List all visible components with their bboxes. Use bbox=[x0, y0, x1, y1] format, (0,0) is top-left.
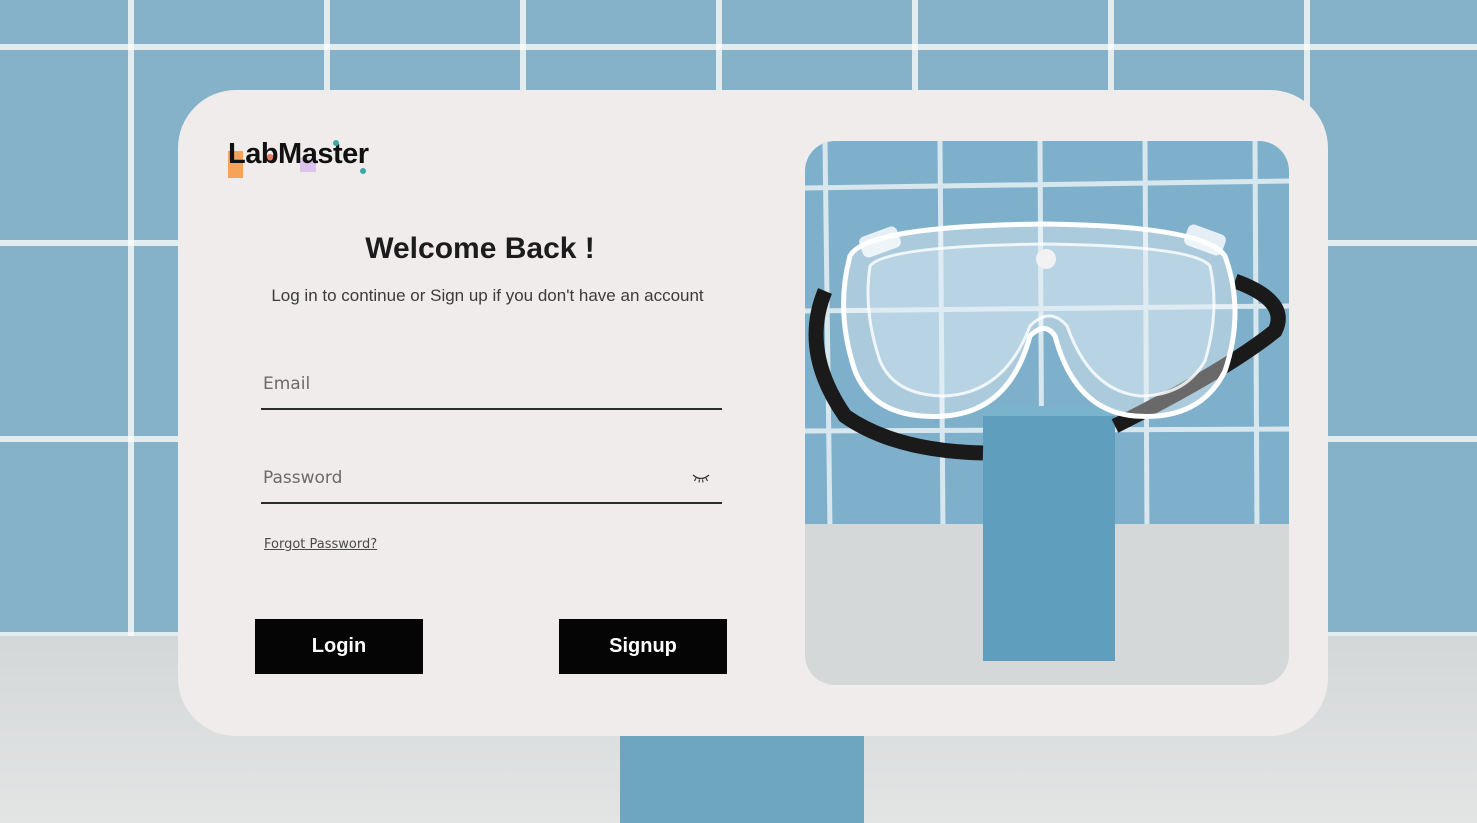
password-field-container bbox=[261, 458, 722, 504]
logo: LabMaster bbox=[227, 138, 377, 182]
page-subtitle: Log in to continue or Sign up if you don… bbox=[271, 286, 704, 305]
login-button[interactable]: Login bbox=[255, 619, 423, 674]
password-field[interactable] bbox=[261, 458, 681, 498]
email-field[interactable] bbox=[261, 364, 681, 404]
logo-accent-teal-bottom bbox=[360, 168, 366, 174]
hero-image bbox=[805, 141, 1289, 685]
logo-accent-teal-top bbox=[333, 140, 339, 146]
page-title: Welcome Back ! bbox=[365, 232, 595, 265]
email-field-container bbox=[261, 364, 722, 410]
logo-text: LabMaster bbox=[228, 138, 369, 170]
eye-closed-icon[interactable] bbox=[691, 471, 711, 485]
signup-button[interactable]: Signup bbox=[559, 619, 727, 674]
forgot-password-link[interactable]: Forgot Password? bbox=[264, 537, 377, 552]
